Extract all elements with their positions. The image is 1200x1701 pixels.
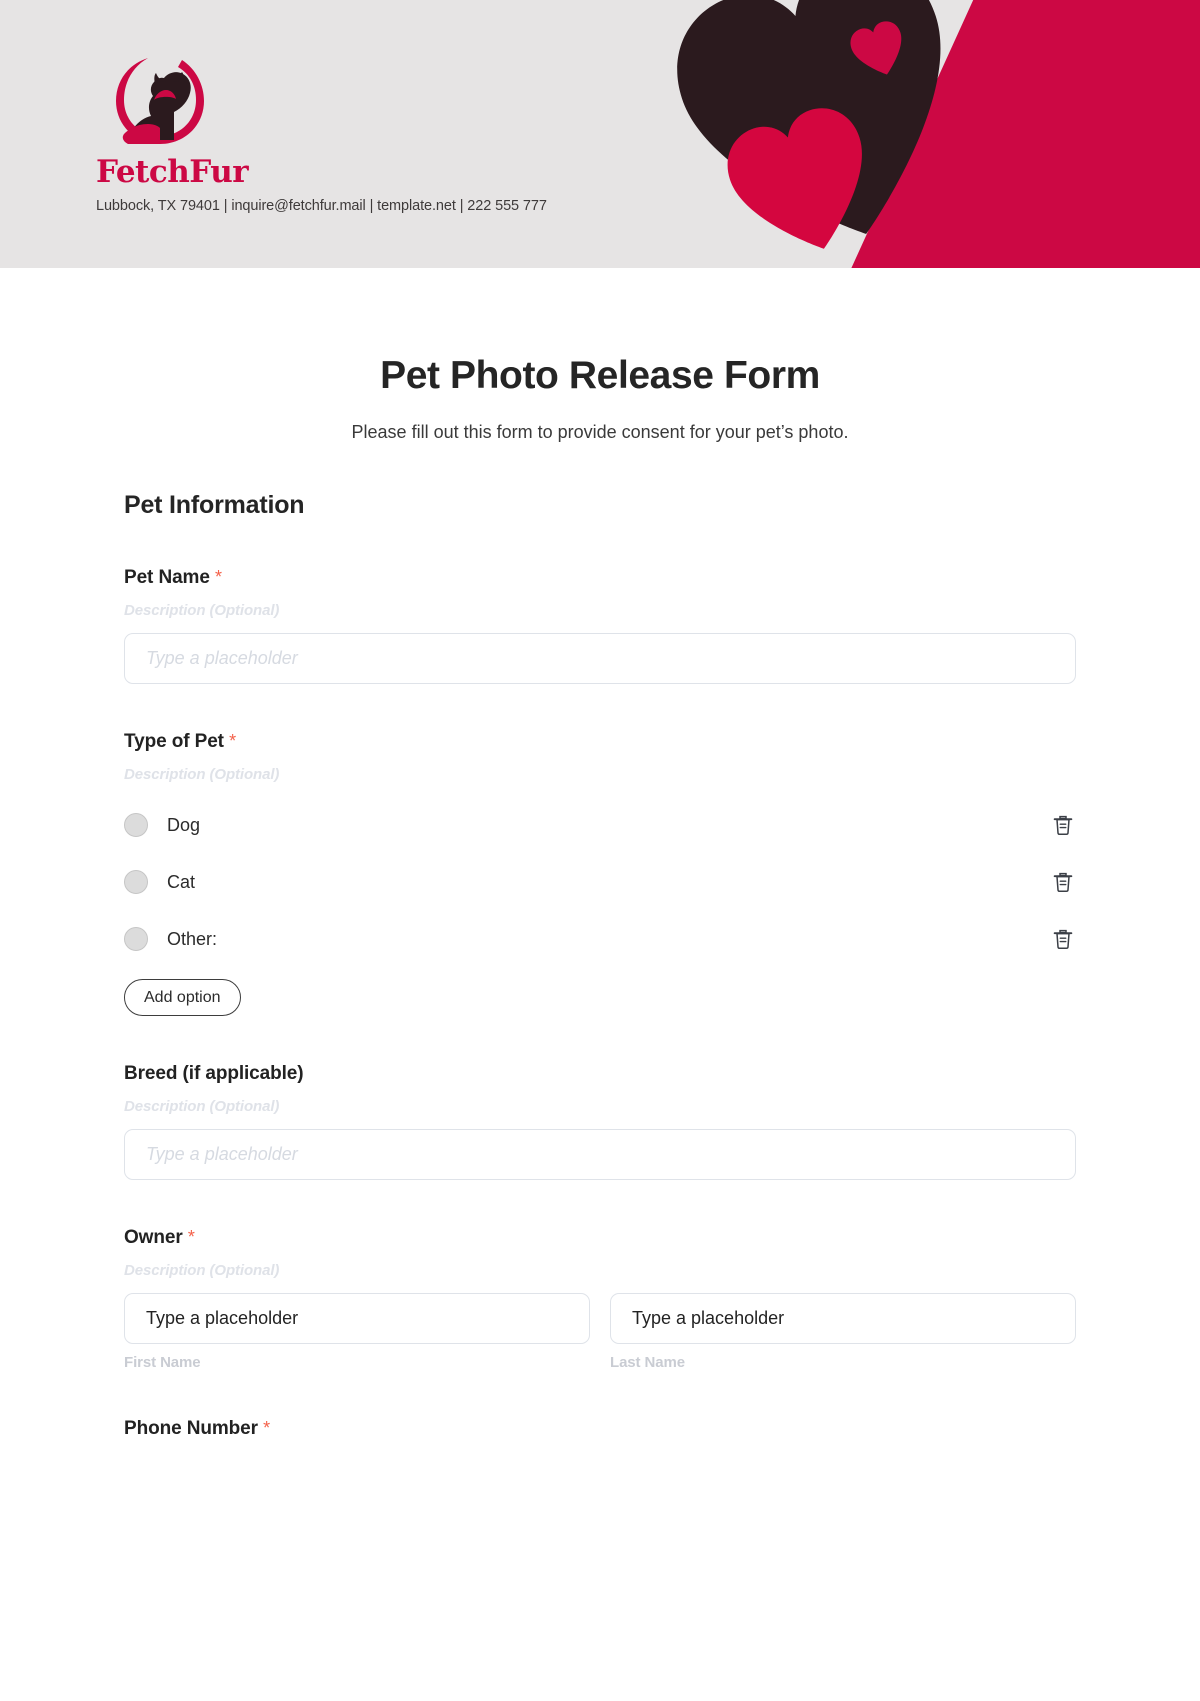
- breed-input[interactable]: Type a placeholder: [124, 1129, 1076, 1180]
- field-label: Type of Pet *: [124, 731, 1076, 753]
- owner-first-name-sublabel: First Name: [124, 1354, 201, 1371]
- page-title: Pet Photo Release Form: [380, 354, 820, 397]
- owner-last-name-sublabel: Last Name: [610, 1354, 685, 1371]
- input-placeholder: Type a placeholder: [146, 1144, 298, 1164]
- radio-button-icon[interactable]: [124, 813, 148, 837]
- field-description: Description (Optional): [124, 602, 280, 619]
- radio-option-row[interactable]: Cat: [124, 862, 1076, 902]
- brand-contact-line: Lubbock, TX 79401 | inquire@fetchfur.mai…: [96, 198, 547, 214]
- owner-last-name-column: Type a placeholder Last Name: [610, 1293, 1076, 1371]
- owner-first-name-input[interactable]: Type a placeholder: [124, 1293, 590, 1344]
- input-placeholder: Type a placeholder: [146, 648, 298, 668]
- radio-option-label: Dog: [167, 814, 201, 835]
- add-option-button[interactable]: Add option: [124, 979, 241, 1016]
- field-pet-name: Pet Name * Description (Optional) Type a…: [124, 567, 1076, 684]
- trash-icon: [1053, 929, 1073, 950]
- delete-option-button[interactable]: [1050, 812, 1076, 838]
- page-subtitle: Please fill out this form to provide con…: [351, 422, 849, 442]
- section-heading-pet-information: Pet Information: [124, 491, 305, 519]
- delete-option-button[interactable]: [1050, 926, 1076, 952]
- radio-option-row[interactable]: Dog: [124, 805, 1076, 845]
- delete-option-button[interactable]: [1050, 869, 1076, 895]
- field-type-of-pet: Type of Pet * Description (Optional) Dog: [124, 731, 1076, 1016]
- radio-option-row[interactable]: Other:: [124, 919, 1076, 959]
- input-placeholder: Type a placeholder: [632, 1308, 785, 1328]
- trash-icon: [1053, 872, 1073, 893]
- owner-last-name-input[interactable]: Type a placeholder: [610, 1293, 1076, 1344]
- field-label-text: Owner: [124, 1227, 183, 1248]
- field-label: Pet Name *: [124, 567, 1076, 589]
- owner-first-name-column: Type a placeholder First Name: [124, 1293, 590, 1371]
- field-label: Owner *: [124, 1227, 1076, 1249]
- radio-option-list: Dog Cat Other: Add option: [124, 805, 1076, 1016]
- dog-cat-circle-logo-icon: [116, 58, 204, 144]
- trash-icon: [1053, 815, 1073, 836]
- required-asterisk: *: [229, 731, 236, 751]
- radio-option-label: Other:: [167, 928, 218, 949]
- pet-name-input[interactable]: Type a placeholder: [124, 633, 1076, 684]
- page-header: FetchFur Lubbock, TX 79401 | inquire@fet…: [0, 0, 1200, 268]
- brand-logo-block: FetchFur Lubbock, TX 79401 | inquire@fet…: [96, 48, 547, 214]
- form-body: Pet Photo Release Form Please fill out t…: [0, 354, 1200, 1440]
- field-label-text: Phone Number: [124, 1418, 258, 1439]
- field-owner: Owner * Description (Optional) Type a pl…: [124, 1227, 1076, 1371]
- radio-option-label: Cat: [167, 871, 196, 892]
- field-description: Description (Optional): [124, 766, 280, 783]
- field-label-text: Breed (if applicable): [124, 1063, 304, 1084]
- brand-wordmark: FetchFur: [96, 154, 249, 190]
- radio-button-icon[interactable]: [124, 870, 148, 894]
- input-placeholder: Type a placeholder: [146, 1308, 299, 1328]
- required-asterisk: *: [187, 1227, 195, 1247]
- field-label: Breed (if applicable): [124, 1063, 1076, 1085]
- field-description: Description (Optional): [124, 1262, 280, 1279]
- field-phone-number: Phone Number *: [124, 1418, 1076, 1440]
- required-asterisk: *: [214, 567, 222, 587]
- required-asterisk: *: [263, 1418, 271, 1438]
- field-breed: Breed (if applicable) Description (Optio…: [124, 1063, 1076, 1180]
- owner-name-row: Type a placeholder First Name Type a pla…: [124, 1293, 1076, 1371]
- field-description: Description (Optional): [124, 1098, 280, 1115]
- field-label: Phone Number *: [124, 1418, 1076, 1440]
- radio-button-icon[interactable]: [124, 927, 148, 951]
- field-label-text: Pet Name: [124, 567, 210, 588]
- field-label-text: Type of Pet: [124, 731, 224, 752]
